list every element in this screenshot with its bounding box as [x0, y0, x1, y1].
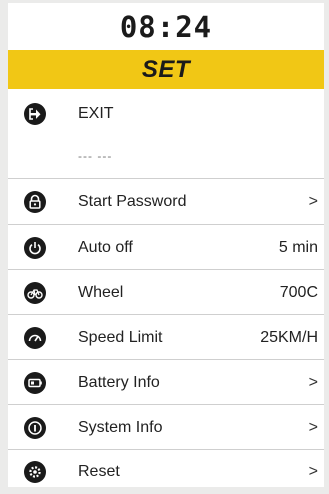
menu-item-auto-off[interactable]: Auto off 5 min [8, 226, 324, 270]
wheel-value: 700C [279, 284, 318, 301]
placeholder-text: --- --- [78, 149, 113, 163]
info-icon [24, 417, 46, 439]
menu-item-label: EXIT [78, 105, 114, 122]
menu-item-wheel[interactable]: Wheel 700C [8, 271, 324, 315]
auto-off-value: 5 min [278, 239, 318, 256]
speed-limit-value: 25KM/H [260, 329, 318, 346]
menu-item-speed-limit[interactable]: Speed Limit 25KM/H [8, 316, 324, 360]
chevron-right-icon: > [308, 419, 318, 436]
menu-item-label: System Info [78, 419, 163, 436]
menu-item-label: Speed Limit [78, 329, 163, 346]
settings-screen: 08:24 SET EXIT --- --- Start Password > [8, 3, 324, 487]
divider [8, 224, 324, 225]
divider [8, 314, 324, 315]
power-icon [24, 237, 46, 259]
divider [8, 404, 324, 405]
chevron-right-icon: > [308, 463, 318, 480]
chevron-right-icon: > [308, 193, 318, 210]
bicycle-icon [24, 282, 46, 304]
menu-item-label: Wheel [78, 284, 124, 301]
chevron-right-icon: > [308, 374, 318, 391]
divider [8, 269, 324, 270]
divider [8, 178, 324, 179]
page-title: SET [8, 50, 324, 89]
menu-item-label: Auto off [78, 239, 133, 256]
menu-item-placeholder: --- --- [8, 134, 324, 178]
menu-item-label: Battery Info [78, 374, 160, 391]
menu-item-label: Start Password [78, 193, 187, 210]
exit-icon [24, 103, 46, 125]
speedometer-icon [24, 327, 46, 349]
menu-item-reset[interactable]: Reset > [8, 450, 324, 494]
menu-item-label: Reset [78, 463, 120, 480]
menu-item-battery-info[interactable]: Battery Info > [8, 361, 324, 405]
battery-icon [24, 372, 46, 394]
lock-icon [24, 191, 46, 213]
divider [8, 359, 324, 360]
menu-item-start-password[interactable]: Start Password > [8, 180, 324, 224]
menu-item-exit[interactable]: EXIT [8, 92, 324, 136]
clock-time: 08:24 [119, 10, 213, 44]
gear-icon [24, 461, 46, 483]
menu-item-system-info[interactable]: System Info > [8, 406, 324, 450]
